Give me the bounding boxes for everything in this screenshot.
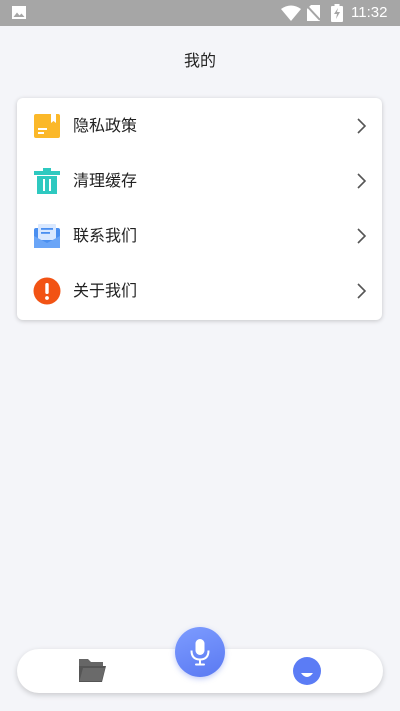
menu-item-clear-cache[interactable]: 清理缓存	[17, 153, 382, 208]
menu-item-label: 联系我们	[73, 226, 138, 245]
wifi-icon	[281, 5, 301, 21]
folder-icon[interactable]	[77, 656, 107, 684]
gallery-icon	[12, 6, 26, 19]
trash-icon	[34, 168, 60, 194]
no-sim-icon	[307, 5, 320, 21]
info-alert-icon	[33, 277, 61, 305]
menu-item-privacy-policy[interactable]: 隐私政策	[17, 98, 382, 153]
microphone-icon	[190, 639, 210, 666]
chevron-right-icon	[357, 283, 367, 299]
menu-item-label: 关于我们	[73, 281, 138, 300]
menu-item-label: 清理缓存	[73, 171, 138, 190]
chevron-right-icon	[357, 228, 367, 244]
mail-icon	[34, 224, 60, 248]
menu-item-contact-us[interactable]: 联系我们	[17, 208, 382, 263]
menu-item-about-us[interactable]: 关于我们	[17, 263, 382, 318]
menu-item-label: 隐私政策	[73, 116, 138, 135]
battery-charging-icon	[331, 4, 343, 22]
status-time: 11:32	[351, 4, 388, 21]
page-title: 我的	[183, 51, 216, 70]
menu-card: 隐私政策 清理缓存 联系我们 关于我们	[17, 98, 382, 320]
document-icon	[34, 114, 60, 138]
chevron-right-icon	[357, 173, 367, 189]
status-bar: 11:32	[0, 0, 400, 26]
voice-record-button[interactable]	[175, 627, 225, 677]
mine-icon[interactable]	[292, 656, 322, 686]
chevron-right-icon	[357, 118, 367, 134]
